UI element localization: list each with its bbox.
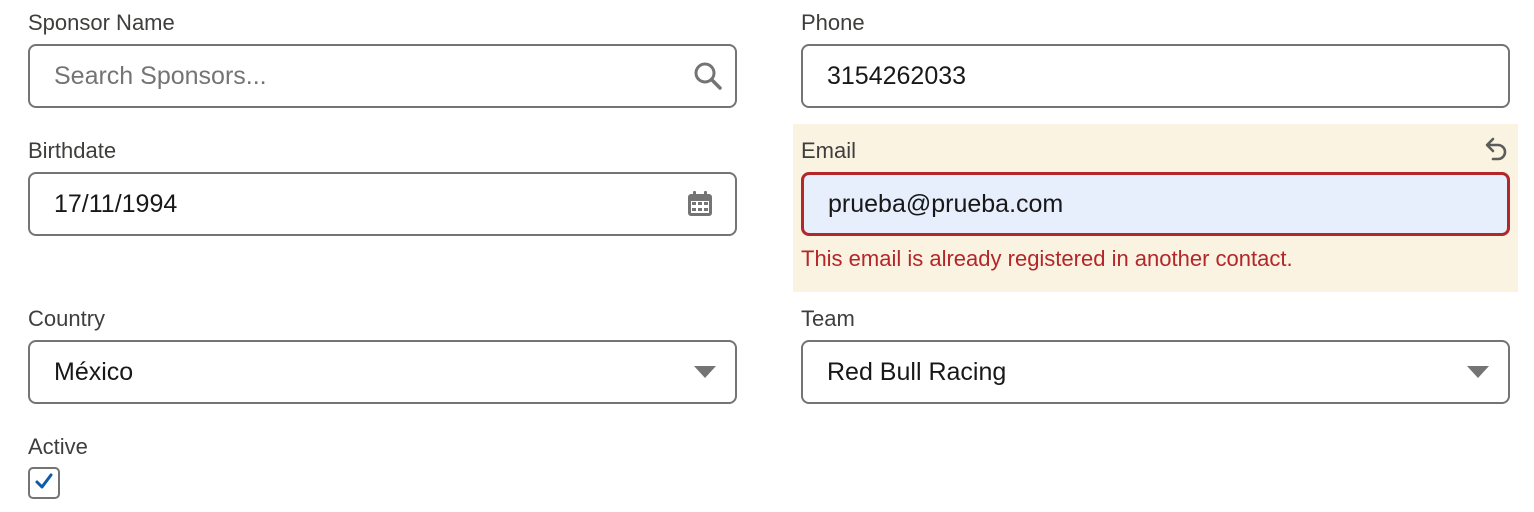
team-value: Red Bull Racing [827,357,1007,386]
phone-label: Phone [801,10,865,35]
team-label: Team [801,306,855,331]
sponsor-search-placeholder: Search Sponsors... [54,61,267,90]
phone-input[interactable]: 3154262033 [801,44,1510,108]
country-label: Country [28,306,106,331]
birthdate-label: Birthdate [28,138,117,163]
team-select[interactable]: Red Bull Racing [801,340,1510,404]
email-label: Email [801,138,857,163]
phone-value: 3154262033 [827,61,967,90]
sponsor-form: Sponsor Name Search Sponsors... Phone 31… [0,0,1534,512]
sponsor-name-label: Sponsor Name [28,10,175,35]
birthdate-value: 17/11/1994 [54,189,178,218]
calendar-icon[interactable] [687,191,713,217]
country-value: México [54,357,134,386]
chevron-down-icon[interactable] [693,365,717,379]
email-error-message: This email is already registered in anot… [801,246,1293,271]
active-checkbox[interactable] [28,467,60,499]
birthdate-input[interactable]: 17/11/1994 [28,172,737,236]
search-icon[interactable] [693,61,723,91]
email-value: prueba@prueba.com [828,189,1064,218]
email-input[interactable]: prueba@prueba.com [801,172,1510,236]
sponsor-search-input[interactable]: Search Sponsors... [28,44,737,108]
checkmark-icon [34,472,54,495]
active-label: Active [28,434,88,459]
country-select[interactable]: México [28,340,737,404]
chevron-down-icon[interactable] [1466,365,1490,379]
undo-icon[interactable] [1478,132,1512,166]
